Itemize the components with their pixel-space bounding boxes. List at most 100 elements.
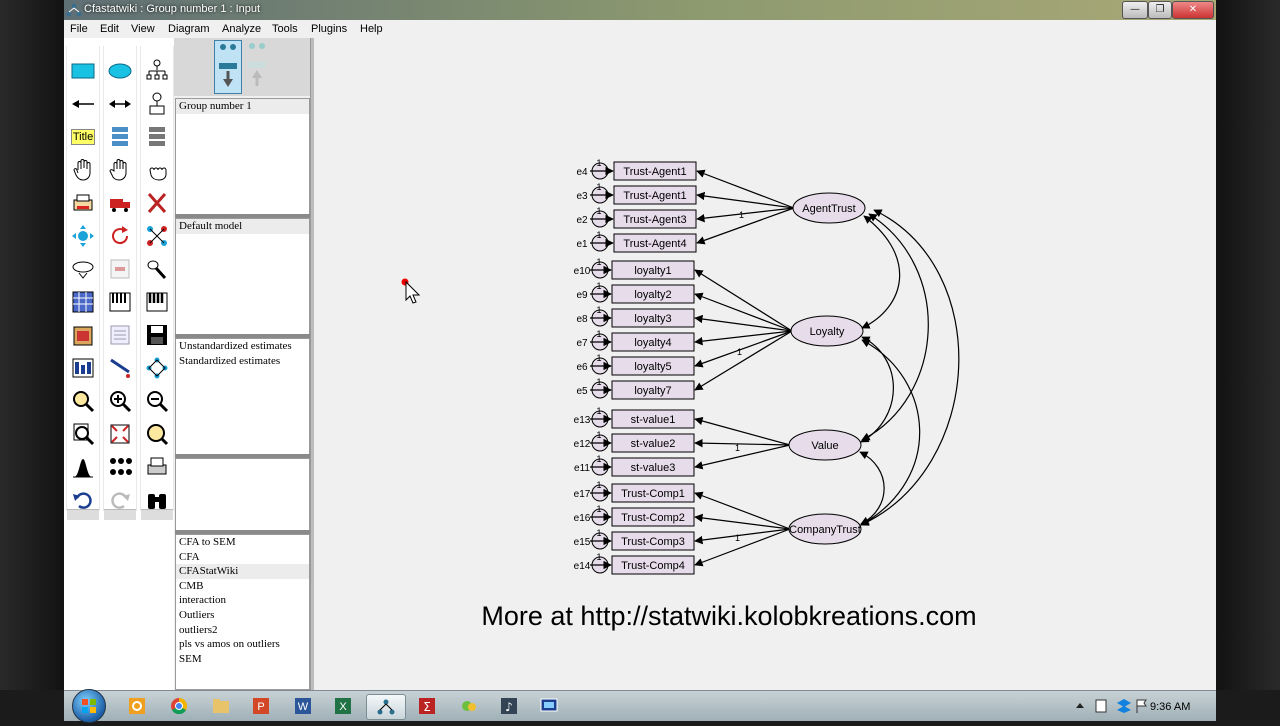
menu-help[interactable]: Help [360,23,383,35]
factor-loading-path[interactable] [694,416,791,446]
erase-tool[interactable] [143,189,171,217]
select-groups-tool[interactable] [143,288,171,316]
taskbar-stats-app[interactable]: Σ [408,694,446,718]
tray-device-icon[interactable] [1094,698,1108,714]
factor-loading-path[interactable] [694,438,791,448]
taskbar-chrome[interactable] [160,694,198,718]
factor-loading-path[interactable] [694,314,793,332]
taskbar-clock[interactable]: 9:36 AM [1150,701,1190,713]
factor-loading-path[interactable] [696,169,795,209]
taskbar-amos[interactable] [366,694,406,720]
multiple-group-tool[interactable] [106,453,134,481]
print-tool[interactable] [143,453,171,481]
covariance-arc[interactable] [860,209,960,526]
copy-object-tool[interactable] [69,189,97,217]
cursor-arrow-icon [401,278,421,304]
draw-observed-variable-tool[interactable] [69,57,97,85]
preserve-symmetries-tool[interactable] [69,255,97,283]
factor-loading-path[interactable] [694,269,793,332]
view-input-button[interactable] [214,40,242,94]
select-all-tool[interactable] [106,156,134,184]
bayesian-tool[interactable] [143,354,171,382]
draw-unobserved-variable-tool[interactable] [106,57,134,85]
taskbar-explorer[interactable] [202,694,240,718]
draw-path-tool[interactable] [69,90,97,118]
observed-variable-label: Trust-Comp3 [621,536,685,548]
file-item[interactable]: outliers2 [176,623,309,638]
text-output-tool[interactable] [106,321,134,349]
file-item[interactable]: CMB [176,579,309,594]
factor-loading-path[interactable] [694,292,793,332]
reflect-indicators-tool[interactable] [143,222,171,250]
list-variables-in-dataset-tool[interactable] [143,123,171,151]
estimates-item-unstandardized[interactable]: Unstandardized estimates [176,339,309,354]
touch-up-tool[interactable] [143,255,171,283]
zoom-out-tool[interactable] [143,387,171,415]
taskbar-powerpoint[interactable]: P [242,694,280,718]
covariance-arc[interactable] [859,451,885,525]
draw-covariance-tool[interactable] [106,90,134,118]
maximize-button[interactable]: ❐ [1148,1,1172,19]
start-button[interactable] [72,689,106,723]
file-item[interactable]: CFA to SEM [176,535,309,550]
histogram-tool[interactable] [69,453,97,481]
menu-diagram[interactable]: Diagram [168,23,210,35]
tray-dropbox-icon[interactable] [1116,698,1132,714]
close-button[interactable]: ✕ [1172,1,1214,19]
file-item[interactable]: SEM [176,652,309,667]
menu-analyze[interactable]: Analyze [222,23,261,35]
list-variables-in-model-tool[interactable] [106,123,134,151]
analysis-properties-tool[interactable] [69,354,97,382]
view-output-button[interactable] [244,40,270,92]
menu-edit[interactable]: Edit [100,23,119,35]
menu-tools[interactable]: Tools [272,23,298,35]
factor-loading-path[interactable] [696,191,795,209]
taskbar-messenger[interactable] [450,694,488,718]
drawing-area[interactable]: e4 1 Trust-Agent1 e3 1 Trust-Agent1 e2 1 Trust-A… [314,38,1216,690]
tray-flag-icon[interactable] [1134,698,1148,714]
rotate-indicators-tool[interactable] [69,222,97,250]
file-item[interactable]: interaction [176,593,309,608]
taskbar-excel[interactable]: X [324,694,362,718]
select-one-tool[interactable] [69,156,97,184]
calculate-estimates-tool[interactable] [106,354,134,382]
menu-view[interactable]: View [131,23,155,35]
file-item[interactable]: pls vs amos on outliers [176,637,309,652]
move-object-tool[interactable] [106,189,134,217]
menu-plugins[interactable]: Plugins [311,23,347,35]
file-item[interactable]: CFA [176,550,309,565]
title-bar[interactable]: Cfastatwiki : Group number 1 : Input — ❐… [64,0,1216,20]
zoom-page-tool[interactable] [69,420,97,448]
file-item[interactable]: Outliers [176,608,309,623]
toolbox-column-1: Title [66,46,100,520]
zoom-in-tool[interactable] [106,387,134,415]
taskbar-media-player[interactable]: ♪ [490,694,528,718]
covariance-arc[interactable] [861,213,929,441]
drag-properties-tool[interactable] [106,255,134,283]
minimize-button[interactable]: — [1122,1,1148,19]
zoom-in-area-tool[interactable] [69,387,97,415]
covariance-arc[interactable] [861,215,901,329]
save-tool[interactable] [143,321,171,349]
factor-loading-path[interactable] [694,444,791,470]
tray-expand-icon[interactable] [1074,700,1086,712]
data-files-tool[interactable] [69,321,97,349]
estimates-item-standardized[interactable]: Standardized estimates [176,354,309,369]
fit-to-page-tool[interactable] [106,420,134,448]
menu-file[interactable]: File [70,23,88,35]
deselect-all-tool[interactable] [143,156,171,184]
taskbar-remote-desktop[interactable] [530,694,568,718]
rotate-tool[interactable] [106,222,134,250]
add-unique-variable-tool[interactable] [143,90,171,118]
group-item[interactable]: Group number 1 [176,99,309,114]
taskbar-outlook[interactable] [118,694,156,718]
file-item[interactable]: CFAStatWiki [176,564,309,579]
select-data-files-tool[interactable] [106,288,134,316]
view-text-output-tool[interactable] [69,288,97,316]
loupe-tool[interactable] [143,420,171,448]
figure-caption-tool[interactable]: Title [69,123,97,151]
draw-latent-indicator-tool[interactable] [143,57,171,85]
taskbar-word[interactable]: W [284,694,322,718]
model-item[interactable]: Default model [176,219,309,234]
covariance-arc[interactable] [860,336,894,443]
